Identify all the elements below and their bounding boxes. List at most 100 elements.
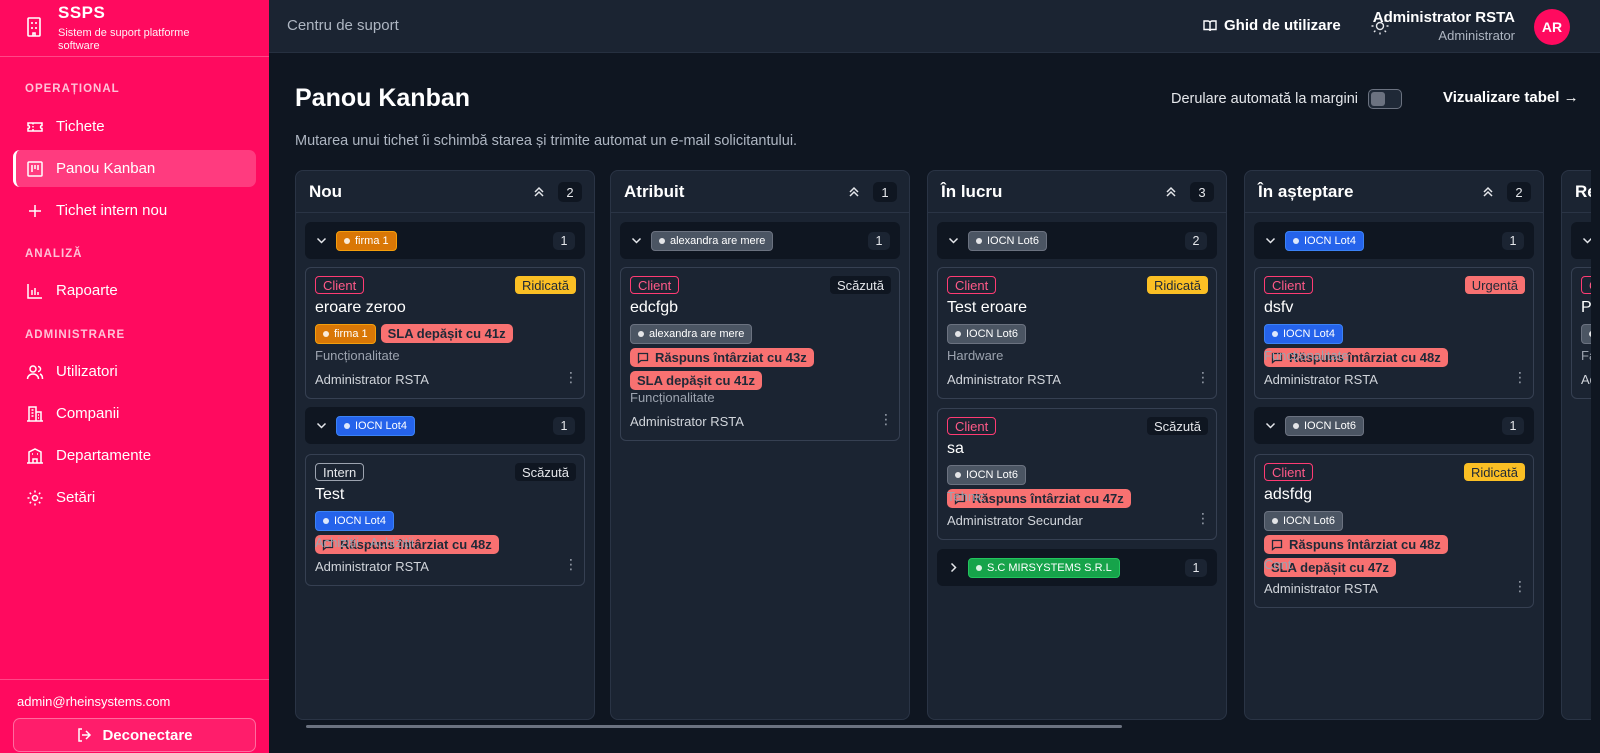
ticket-card[interactable]: Client Scăzută edcfgb alexandra are mere… (620, 267, 900, 441)
ticket-tags: IOCN Lot6 Răspuns întârziat cu 48z SLA d… (1264, 511, 1529, 577)
group-header[interactable]: IOCN Lot6 2 (937, 222, 1217, 259)
sidebar-item-rapoarte[interactable]: Rapoarte (13, 272, 256, 309)
user-role: Administrator (1438, 28, 1515, 43)
chevron-down-icon[interactable] (315, 419, 328, 432)
chevron-down-icon[interactable] (1264, 419, 1277, 432)
group-header[interactable]: IOCN Lot6 1 (1254, 407, 1534, 444)
chevron-down-icon[interactable] (947, 234, 960, 247)
company-badge: firma 1 (336, 231, 397, 251)
ticket-card[interactable]: Client Ridicată Test eroare IOCN Lot6 Ha… (937, 267, 1217, 399)
topbar-title: Centru de suport (287, 17, 399, 34)
kanban-board: Nou 2 firma 1 1 Client Ridicată eroare z… (295, 170, 1591, 722)
collapse-all-icon[interactable] (1481, 185, 1495, 199)
ticket-title: Test (315, 486, 345, 503)
group-count: 2 (1185, 232, 1207, 250)
ticket-assignee: Administrator RSTA (315, 559, 429, 574)
more-options-icon[interactable]: ⋮ (1513, 579, 1527, 593)
kanban-icon (27, 160, 43, 177)
autoscroll-control: Derulare automată la margini (1171, 89, 1402, 109)
sidebar-item-setari[interactable]: Setări (13, 479, 256, 516)
sidebar-item-label: Tichete (56, 118, 105, 135)
brand-title: SSPS (58, 3, 106, 22)
sidebar-item-label: Utilizatori (56, 363, 118, 380)
brand[interactable]: SSPS Sistem de suport platforme software (26, 3, 218, 53)
ticket-card[interactable]: Intern Scăzută Test IOCN Lot4 Răspuns în… (305, 454, 585, 586)
chevron-right-icon[interactable] (947, 561, 960, 574)
collapse-all-icon[interactable] (532, 185, 546, 199)
chevron-down-icon[interactable] (630, 234, 643, 247)
sidebar-item-departamente[interactable]: Departamente (13, 437, 256, 474)
ticket-kind-badge: Client (947, 276, 997, 294)
divider (0, 679, 269, 680)
ticket-card[interactable]: Client Ridicată eroare zeroo firma 1 SLA… (305, 267, 585, 399)
sidebar-item-tichet-intern-nou[interactable]: Tichet intern nou (13, 192, 256, 229)
avatar[interactable]: AR (1534, 9, 1570, 45)
bar-chart-icon (27, 283, 42, 299)
column-title: Atribuit (624, 182, 685, 201)
ticket-icon (27, 121, 43, 132)
ticket-assignee: Administrator RSTA (947, 372, 1061, 387)
ticket-assignee: Administrator RSTA (1264, 372, 1378, 387)
sla-alert-badge: SLA depășit cu 41z (630, 371, 762, 390)
users-icon (26, 364, 44, 379)
group-header[interactable]: alexandra are mere 1 (620, 222, 900, 259)
sidebar-item-companii[interactable]: Companii (13, 395, 256, 432)
more-options-icon[interactable]: ⋮ (564, 370, 578, 384)
user-name: Administrator RSTA (1372, 9, 1515, 26)
company-tag: IOCN Lot4 (1264, 324, 1343, 344)
group-count: 1 (553, 417, 575, 435)
priority-badge: Scăzută (1147, 417, 1208, 435)
section-label-analiza: ANALIZĂ (25, 248, 83, 260)
column-atribuit: Atribuit 1 alexandra are mere 1 Client S… (610, 170, 910, 720)
company-tag (1581, 324, 1591, 344)
company-tag: IOCN Lot4 (315, 511, 394, 531)
group-header[interactable] (1571, 222, 1591, 259)
chevron-down-icon[interactable] (315, 234, 328, 247)
ticket-assignee: Administrator Secundar (947, 513, 1083, 528)
company-tag: firma 1 (315, 324, 376, 344)
group-count: 1 (553, 232, 575, 250)
ticket-kind-badge: C (1581, 276, 1591, 294)
section-label-operational: OPERAȚIONAL (25, 83, 120, 95)
autoscroll-toggle[interactable] (1367, 89, 1402, 109)
ticket-assignee: Administrator RSTA (315, 372, 429, 387)
column-in-lucru: În lucru 3 IOCN Lot6 2 Client Ridicată T… (927, 170, 1227, 720)
ticket-card[interactable]: C Pr Fac Ad (1571, 267, 1591, 399)
collapse-all-icon[interactable] (847, 185, 861, 199)
group-header[interactable]: S.C MIRSYSTEMS S.R.L 1 (937, 549, 1217, 586)
more-options-icon[interactable]: ⋮ (1196, 370, 1210, 384)
chevron-down-icon[interactable] (1264, 234, 1277, 247)
sidebar-item-label: Panou Kanban (56, 160, 156, 177)
priority-badge: Ridicată (515, 276, 576, 294)
group-count: 1 (868, 232, 890, 250)
ticket-card[interactable]: Client Ridicată adsfdg IOCN Lot6 Răspuns… (1254, 454, 1534, 608)
ticket-card[interactable]: Client Scăzută sa IOCN Lot6 Răspuns întâ… (937, 408, 1217, 540)
chevron-down-icon[interactable] (1581, 234, 1591, 247)
sidebar-item-panou-kanban[interactable]: Panou Kanban (13, 150, 256, 187)
group-header[interactable]: IOCN Lot4 1 (1254, 222, 1534, 259)
more-options-icon[interactable]: ⋮ (879, 412, 893, 426)
ticket-title: eroare zeroo (315, 299, 406, 316)
more-options-icon[interactable]: ⋮ (1196, 511, 1210, 525)
column-title: În așteptare (1258, 182, 1354, 201)
more-options-icon[interactable]: ⋮ (564, 557, 578, 571)
more-options-icon[interactable]: ⋮ (1513, 370, 1527, 384)
horizontal-scrollbar[interactable] (306, 725, 1122, 728)
ticket-category: Funcționalitate (630, 390, 715, 405)
sidebar-item-utilizatori[interactable]: Utilizatori (13, 353, 256, 390)
logout-button[interactable]: Deconectare (13, 718, 256, 752)
user-guide-link[interactable]: Ghid de utilizare (1203, 17, 1341, 34)
column-count: 2 (1507, 182, 1531, 202)
group-header[interactable]: IOCN Lot4 1 (305, 407, 585, 444)
table-view-link[interactable]: Vizualizare tabel → (1443, 89, 1579, 106)
ticket-title: Test eroare (947, 299, 1028, 316)
ticket-card[interactable]: Client Urgentă dsfv IOCN Lot4 Răspuns în… (1254, 267, 1534, 399)
sidebar-item-tichete[interactable]: Tichete (13, 108, 256, 145)
page-subtitle: Mutarea unui tichet îi schimbă starea și… (295, 133, 798, 149)
sidebar-item-label: Companii (56, 405, 120, 422)
ticket-tags: firma 1 SLA depășit cu 41z (315, 324, 580, 344)
topbar: Centru de suport Ghid de utilizare Admin… (269, 0, 1600, 53)
section-label-administrare: ADMINISTRARE (25, 329, 126, 341)
group-header[interactable]: firma 1 1 (305, 222, 585, 259)
collapse-all-icon[interactable] (1164, 185, 1178, 199)
